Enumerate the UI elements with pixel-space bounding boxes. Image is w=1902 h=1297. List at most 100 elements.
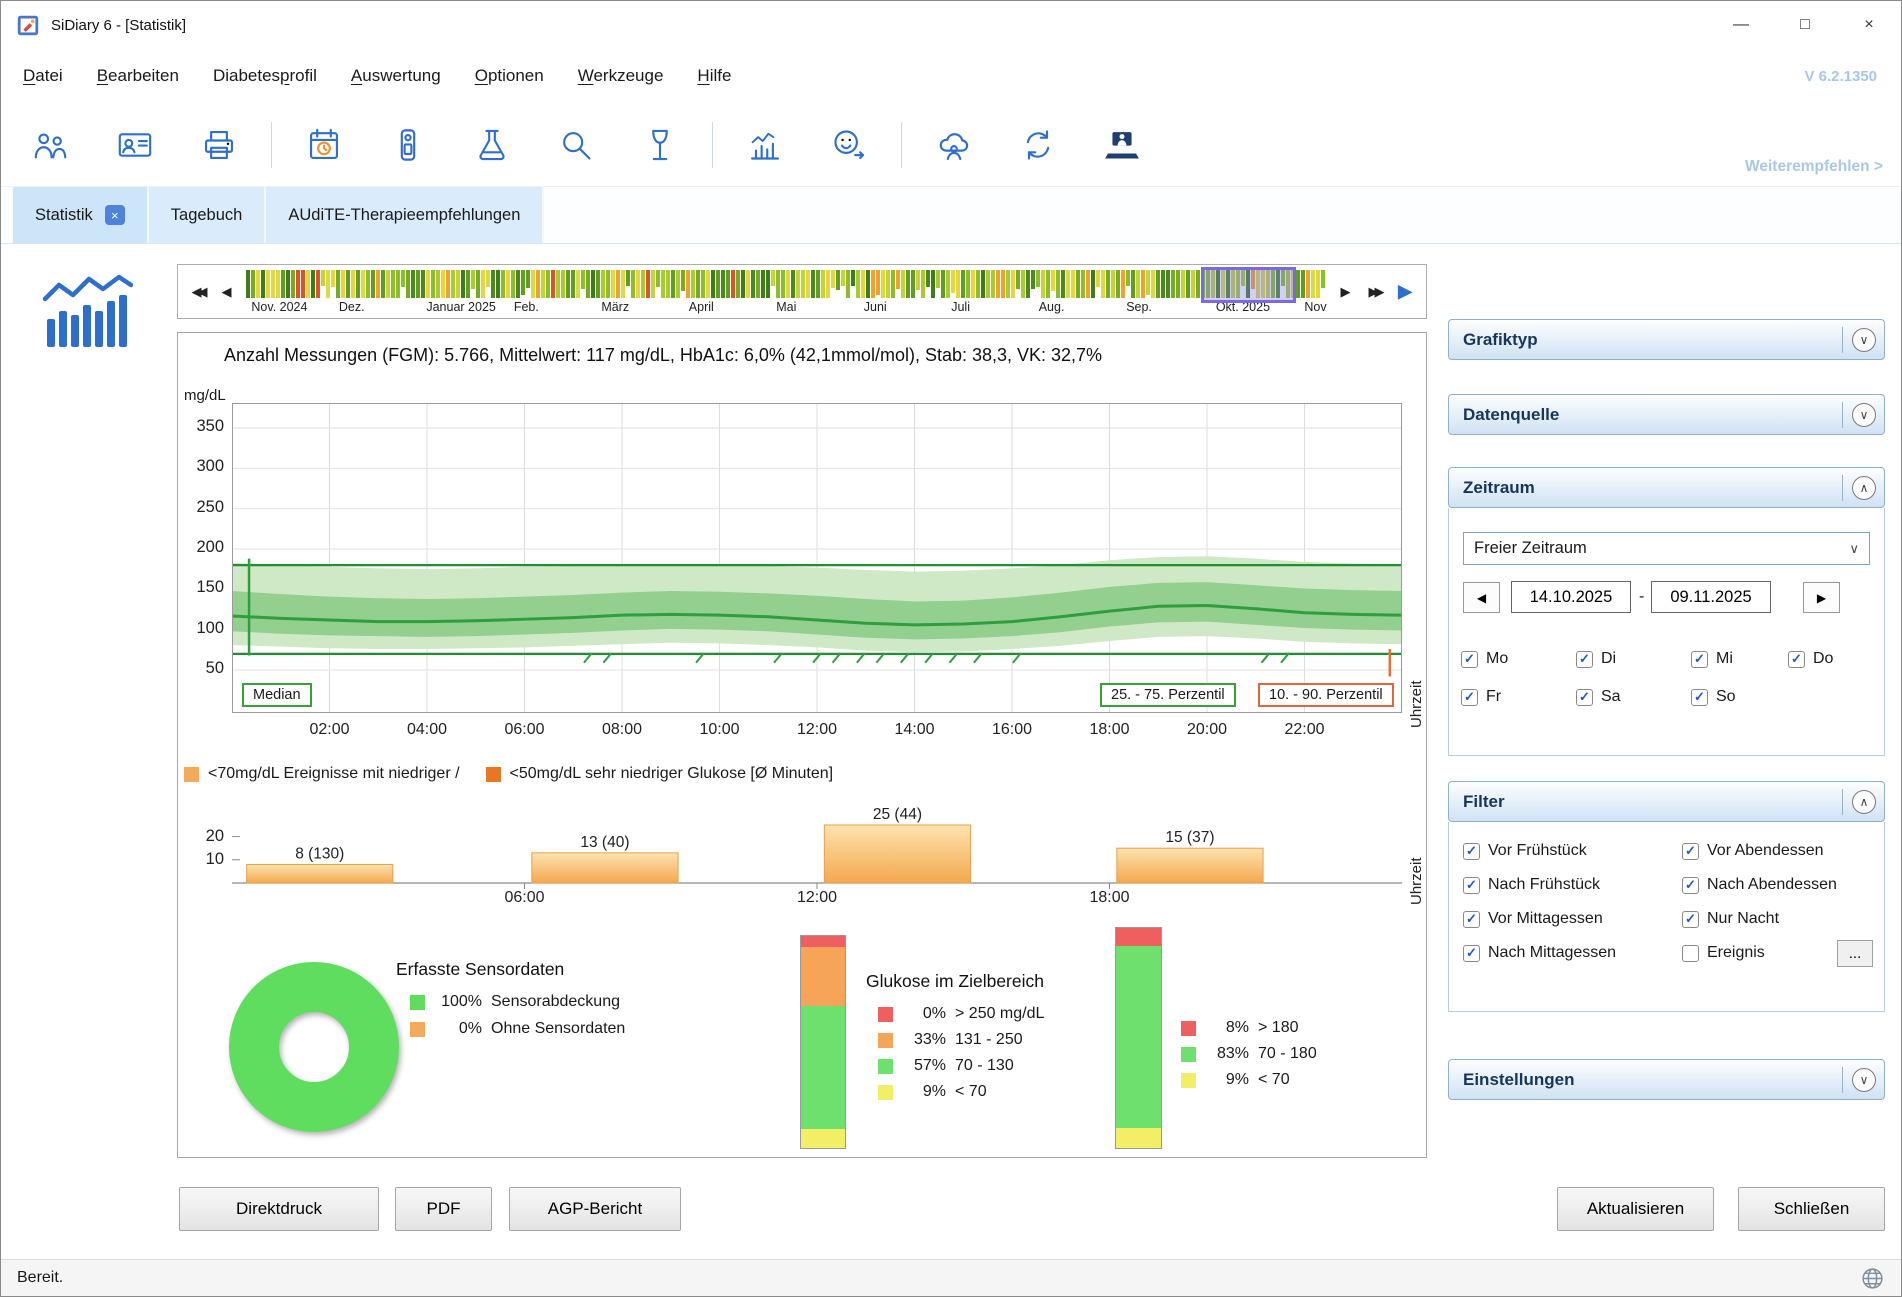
minimize-button[interactable]: — (1709, 1, 1773, 49)
tab-tagebuch[interactable]: Tagebuch (149, 187, 267, 243)
printer-icon-button[interactable] (195, 121, 243, 169)
flask-icon-button[interactable] (468, 121, 516, 169)
checkbox-checked-icon[interactable]: ✓ (1682, 843, 1699, 860)
timeline-forward-button[interactable]: ▶ (1390, 281, 1420, 302)
telehealth-icon-button[interactable] (1098, 121, 1146, 169)
search-icon-button[interactable] (552, 121, 600, 169)
menu-item-bearbeiten[interactable]: Bearbeiten (97, 66, 179, 86)
checkbox-vor-abendessen[interactable]: ✓Vor Abendessen (1682, 842, 1824, 860)
smiley-icon-button[interactable] (825, 121, 873, 169)
checkbox-checked-icon[interactable]: ✓ (1576, 689, 1593, 706)
checkbox-checked-icon[interactable]: ✓ (1576, 651, 1593, 668)
statistics-icon-button[interactable] (741, 121, 789, 169)
checkbox-checked-icon[interactable]: ✓ (1682, 911, 1699, 928)
menu-item-werkzeuge[interactable]: Werkzeuge (578, 66, 664, 86)
timeline-month-label: Nov. 2024 (251, 300, 307, 314)
community-icon (936, 127, 972, 163)
chevron-down-icon[interactable]: ∨ (1852, 403, 1876, 427)
pdf-button[interactable]: PDF (395, 1187, 492, 1231)
timeline-heatmap[interactable]: Nov. 2024Dez.Januar 2025Feb.MärzAprilMai… (246, 265, 1326, 318)
group-icon-button[interactable] (27, 121, 75, 169)
date-prev-button[interactable]: ◀ (1463, 582, 1500, 613)
panel-header-zeitraum[interactable]: Zeitraum ∧ (1448, 467, 1885, 508)
time-in-range-legend-2: 8%> 18083%70 - 1809%< 70 (1181, 1019, 1317, 1089)
timeline-last-button[interactable]: ▶▶ (1361, 284, 1388, 300)
checkbox-mi[interactable]: ✓Mi (1691, 650, 1788, 668)
chevron-up-icon[interactable]: ∧ (1852, 790, 1876, 814)
chevron-down-icon[interactable]: ∨ (1852, 328, 1876, 352)
checkbox-vor-mittagessen[interactable]: ✓Vor Mittagessen (1463, 910, 1603, 928)
device-icon-button[interactable] (384, 121, 432, 169)
checkbox-so[interactable]: ✓So (1691, 688, 1788, 706)
checkbox-di[interactable]: ✓Di (1576, 650, 1691, 668)
timeline-next-button[interactable]: ▶ (1332, 284, 1359, 300)
checkbox-checked-icon[interactable]: ✓ (1461, 689, 1478, 706)
panel-header-datenquelle[interactable]: Datenquelle ∨ (1448, 394, 1885, 435)
maximize-button[interactable]: □ (1773, 1, 1837, 49)
agp-bericht-button[interactable]: AGP-Bericht (509, 1187, 681, 1231)
checkbox-nur-nacht[interactable]: ✓Nur Nacht (1682, 910, 1779, 928)
checkbox-unchecked-icon[interactable] (1682, 945, 1699, 962)
menu-item-datei[interactable]: Datei (23, 66, 63, 86)
menu-item-auswertung[interactable]: Auswertung (351, 66, 441, 86)
panel-header-grafiktyp[interactable]: Grafiktyp ∨ (1448, 319, 1885, 360)
checkbox-nach-frühstück[interactable]: ✓Nach Frühstück (1463, 876, 1600, 894)
checkbox-checked-icon[interactable]: ✓ (1463, 877, 1480, 894)
x-axis-tick: 06:00 (501, 721, 549, 739)
checkbox-mo[interactable]: ✓Mo (1461, 650, 1576, 668)
checkbox-checked-icon[interactable]: ✓ (1461, 651, 1478, 668)
menu-item-diabetesprofil[interactable]: Diabetesprofil (213, 66, 317, 86)
titlebar: SiDiary 6 - [Statistik] — □ × (1, 1, 1901, 49)
chevron-down-icon[interactable]: ∨ (1852, 1068, 1876, 1092)
chevron-up-icon[interactable]: ∧ (1852, 476, 1876, 500)
date-next-button[interactable]: ▶ (1803, 582, 1840, 613)
checkbox-checked-icon[interactable]: ✓ (1463, 911, 1480, 928)
direktdruck-button[interactable]: Direktdruck (179, 1187, 379, 1231)
date-from-input[interactable] (1511, 581, 1631, 613)
checkbox-ereignis[interactable]: Ereignis (1682, 944, 1765, 962)
checkbox-checked-icon[interactable]: ✓ (1682, 877, 1699, 894)
checkbox-checked-icon[interactable]: ✓ (1463, 945, 1480, 962)
app-icon (15, 12, 41, 38)
menu-item-optionen[interactable]: Optionen (475, 66, 544, 86)
tab-statistik[interactable]: Statistik× (13, 187, 149, 243)
close-button[interactable]: × (1837, 1, 1901, 49)
timeline-first-button[interactable]: ◀◀ (184, 284, 211, 300)
hypo-bar-label: 13 (40) (580, 834, 629, 851)
close-icon[interactable]: × (105, 205, 125, 225)
timerange-dropdown[interactable]: Freier Zeitraum ∨ (1463, 532, 1870, 565)
checkbox-fr[interactable]: ✓Fr (1461, 688, 1576, 706)
checkbox-vor-frühstück[interactable]: ✓Vor Frühstück (1463, 842, 1587, 860)
legend-color-swatch (1181, 1021, 1196, 1036)
panel-title: Grafiktyp (1463, 330, 1538, 350)
timeline-month-label: Sep. (1126, 300, 1152, 314)
checkbox-checked-icon[interactable]: ✓ (1691, 689, 1708, 706)
checkbox-nach-mittagessen[interactable]: ✓Nach Mittagessen (1463, 944, 1616, 962)
timeline-prev-button[interactable]: ◀ (213, 284, 240, 300)
checkbox-checked-icon[interactable]: ✓ (1463, 843, 1480, 860)
community-icon-button[interactable] (930, 121, 978, 169)
aktualisieren-button[interactable]: Aktualisieren (1557, 1187, 1714, 1231)
schliessen-button[interactable]: Schließen (1738, 1187, 1885, 1231)
recommend-link[interactable]: Weiterempfehlen > (1745, 158, 1883, 176)
schedule-icon-button[interactable] (300, 121, 348, 169)
glass-icon-button[interactable] (636, 121, 684, 169)
tab-audite-therapieempfehlungen[interactable]: AUdiTE-Therapieempfehlungen (266, 187, 544, 243)
x-axis-tick: 18:00 (1086, 889, 1134, 907)
timeline-selection[interactable] (1201, 267, 1296, 303)
panel-header-einstellungen[interactable]: Einstellungen ∨ (1448, 1059, 1885, 1100)
panel-header-filter[interactable]: Filter ∧ (1448, 781, 1885, 822)
date-to-input[interactable] (1651, 581, 1771, 613)
hypo-bar-label: 15 (37) (1165, 829, 1214, 846)
sync-icon-button[interactable] (1014, 121, 1062, 169)
checkbox-checked-icon[interactable]: ✓ (1788, 651, 1805, 668)
filter-more-button[interactable]: ... (1837, 940, 1873, 967)
checkbox-checked-icon[interactable]: ✓ (1691, 651, 1708, 668)
menu-item-hilfe[interactable]: Hilfe (697, 66, 731, 86)
checkbox-do[interactable]: ✓Do (1788, 650, 1902, 668)
checkbox-sa[interactable]: ✓ Sa (1576, 688, 1691, 706)
contact-card-icon-button[interactable] (111, 121, 159, 169)
checkbox-nach-abendessen[interactable]: ✓Nach Abendessen (1682, 876, 1837, 894)
checkbox-label: Sa (1601, 688, 1621, 706)
x-axis-tick: 10:00 (696, 721, 744, 739)
